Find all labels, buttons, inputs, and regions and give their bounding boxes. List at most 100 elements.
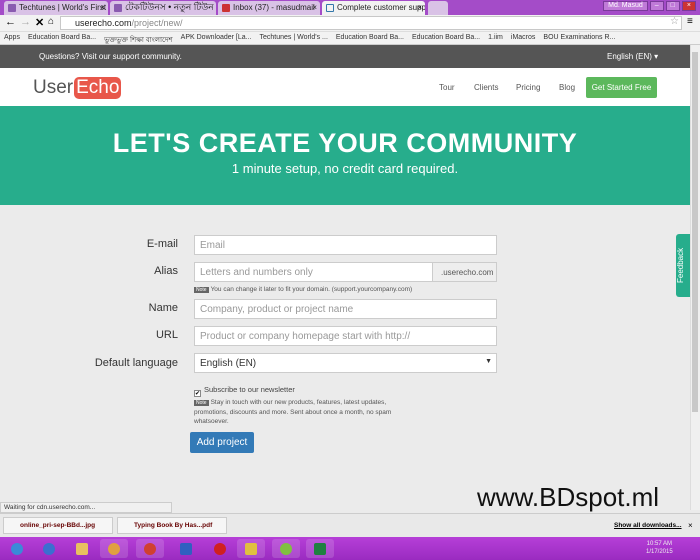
bookmark[interactable]: iMacros: [511, 34, 536, 44]
site-nav: User Echo Tour Clients Pricing Blog Get …: [0, 68, 690, 106]
favicon-icon: [114, 4, 122, 12]
nav-clients[interactable]: Clients: [474, 83, 498, 92]
user-profile-button[interactable]: Md. Masud: [603, 1, 648, 11]
logo-user: User: [33, 77, 74, 98]
app-icon[interactable]: [306, 539, 334, 558]
newsletter-label: Subscribe to our newsletter: [204, 385, 295, 394]
dropdown-arrow-icon: ▼: [485, 358, 492, 365]
status-bar: Waiting for cdn.userecho.com...: [0, 502, 172, 513]
forward-icon[interactable]: →: [20, 16, 31, 28]
show-all-downloads-link[interactable]: Show all downloads...: [614, 522, 682, 529]
tab-label: Complete customer supp: [337, 3, 425, 12]
nav-pricing[interactable]: Pricing: [516, 83, 540, 92]
tab-techtunes-bn[interactable]: টেকটিউনস • নতুন টিউন করুন: [110, 1, 216, 15]
tab-label: Techtunes | World's First: [19, 3, 107, 12]
star-icon[interactable]: ☆: [670, 16, 679, 27]
tab-label: টেকটিউনস • নতুন টিউন করুন: [125, 2, 216, 12]
note-badge: Note: [194, 400, 209, 406]
url-path: /project/new/: [131, 18, 183, 28]
bookmark[interactable]: Education Board Ba...: [28, 34, 96, 44]
back-icon[interactable]: ←: [5, 16, 16, 28]
app-icon[interactable]: [100, 539, 128, 558]
support-bar: Questions? Visit our support community. …: [0, 45, 690, 68]
watermark: www.BDspot.ml: [477, 482, 660, 512]
close-downloads-icon[interactable]: ×: [688, 521, 693, 530]
newsletter-checkbox[interactable]: ✔: [194, 390, 201, 397]
bookmark[interactable]: Education Board Ba...: [336, 34, 404, 44]
url-label: URL: [155, 329, 178, 341]
nav-blog[interactable]: Blog: [559, 83, 575, 92]
app-icon[interactable]: [272, 539, 300, 558]
logo[interactable]: User Echo: [33, 77, 122, 99]
downloads-bar: online_pri-sep-BBd...jpg Typing Book By …: [0, 513, 700, 537]
bookmark[interactable]: 1.iim: [488, 34, 503, 44]
start-button[interactable]: [3, 539, 31, 558]
maximize-button[interactable]: □: [665, 1, 680, 11]
bookmark[interactable]: BOU Examinations R...: [543, 34, 615, 44]
nav-tour[interactable]: Tour: [439, 83, 455, 92]
tab-techtunes[interactable]: Techtunes | World's First ×: [4, 1, 108, 15]
download-item[interactable]: Typing Book By Has...pdf: [117, 517, 227, 534]
taskbar: 10:57 AM 1/17/2015: [0, 537, 700, 560]
feedback-tab[interactable]: Feedback: [676, 234, 690, 297]
clock[interactable]: 10:57 AM 1/17/2015: [646, 540, 673, 556]
language-dropdown[interactable]: English (EN) ▾: [607, 52, 658, 61]
bookmark[interactable]: Education Board Ba...: [412, 34, 480, 44]
hero-subtitle: 1 minute setup, no credit card required.: [231, 161, 459, 176]
clock-time: 10:57 AM: [646, 541, 673, 547]
scrollbar-thumb[interactable]: [692, 52, 698, 412]
chrome-icon[interactable]: [136, 539, 164, 558]
language-select[interactable]: English (EN) ▼: [194, 353, 497, 373]
explorer-icon[interactable]: [68, 539, 96, 558]
tab-userecho[interactable]: Complete customer supp ×: [322, 1, 425, 15]
address-bar-row: ← → ✕ ⌂ userecho.com/project/new/ ☆ ≡: [0, 15, 700, 32]
tab-label: Inbox (37) - masudmail: [233, 3, 315, 12]
url-input[interactable]: userecho.com/project/new/: [60, 16, 682, 30]
home-icon[interactable]: ⌂: [48, 16, 54, 27]
alias-note: You can change it later to fit your doma…: [210, 286, 413, 293]
ie-icon[interactable]: [35, 539, 63, 558]
new-tab-button[interactable]: [428, 1, 448, 15]
url-host: userecho.com: [75, 18, 132, 28]
close-window-button[interactable]: ×: [681, 1, 696, 11]
language-label: Default language: [94, 357, 178, 369]
alias-field[interactable]: Letters and numbers only: [194, 262, 433, 282]
email-field[interactable]: Email: [194, 235, 497, 255]
close-tab-icon[interactable]: ×: [312, 1, 317, 14]
bookmark[interactable]: Apps: [4, 34, 20, 44]
bookmark[interactable]: APK Downloader [La...: [181, 34, 252, 44]
minimize-button[interactable]: –: [649, 1, 664, 11]
loading-icon: [326, 4, 334, 12]
app-icon[interactable]: [237, 539, 265, 558]
word-icon[interactable]: [172, 539, 200, 558]
gmail-icon: [222, 4, 230, 12]
close-tab-icon[interactable]: ×: [100, 1, 105, 14]
menu-icon[interactable]: ≡: [687, 16, 693, 27]
url-field[interactable]: Product or company homepage start with h…: [194, 326, 497, 346]
name-label: Name: [148, 302, 178, 314]
clock-date: 1/17/2015: [646, 549, 673, 555]
logo-echo: Echo: [74, 77, 122, 99]
note-badge: Note: [194, 287, 209, 293]
download-item[interactable]: online_pri-sep-BBd...jpg: [3, 517, 113, 534]
bookmark[interactable]: Techtunes | World's ...: [260, 34, 328, 44]
bookmark[interactable]: ভুক্তভুক্ত শিক্ষা বাংলাদেশ: [104, 34, 173, 44]
name-field[interactable]: Company, product or project name: [194, 299, 497, 319]
newsletter-note: Stay in touch with our new products, fea…: [194, 399, 392, 425]
hero-title: LET'S CREATE YOUR COMMUNITY: [112, 128, 578, 158]
stop-icon[interactable]: ✕: [35, 16, 44, 29]
hero-banner: LET'S CREATE YOUR COMMUNITY 1 minute set…: [0, 106, 690, 205]
favicon-icon: [8, 4, 16, 12]
close-tab-icon[interactable]: ×: [417, 1, 422, 14]
support-link[interactable]: Questions? Visit our support community.: [39, 52, 182, 61]
get-started-button[interactable]: Get Started Free: [586, 77, 657, 98]
alias-suffix: .userecho.com: [432, 262, 497, 282]
tab-inbox[interactable]: Inbox (37) - masudmail ×: [218, 1, 320, 15]
add-project-button[interactable]: Add project: [190, 432, 254, 453]
browser-tab-bar: Techtunes | World's First × টেকটিউনস • নত…: [0, 0, 700, 15]
email-label: E-mail: [146, 238, 178, 250]
opera-icon[interactable]: [206, 539, 234, 558]
bookmarks-bar: Apps Education Board Ba... ভুক্তভুক্ত শি…: [0, 32, 700, 45]
alias-label: Alias: [154, 265, 178, 277]
language-value: English (EN): [200, 358, 257, 369]
